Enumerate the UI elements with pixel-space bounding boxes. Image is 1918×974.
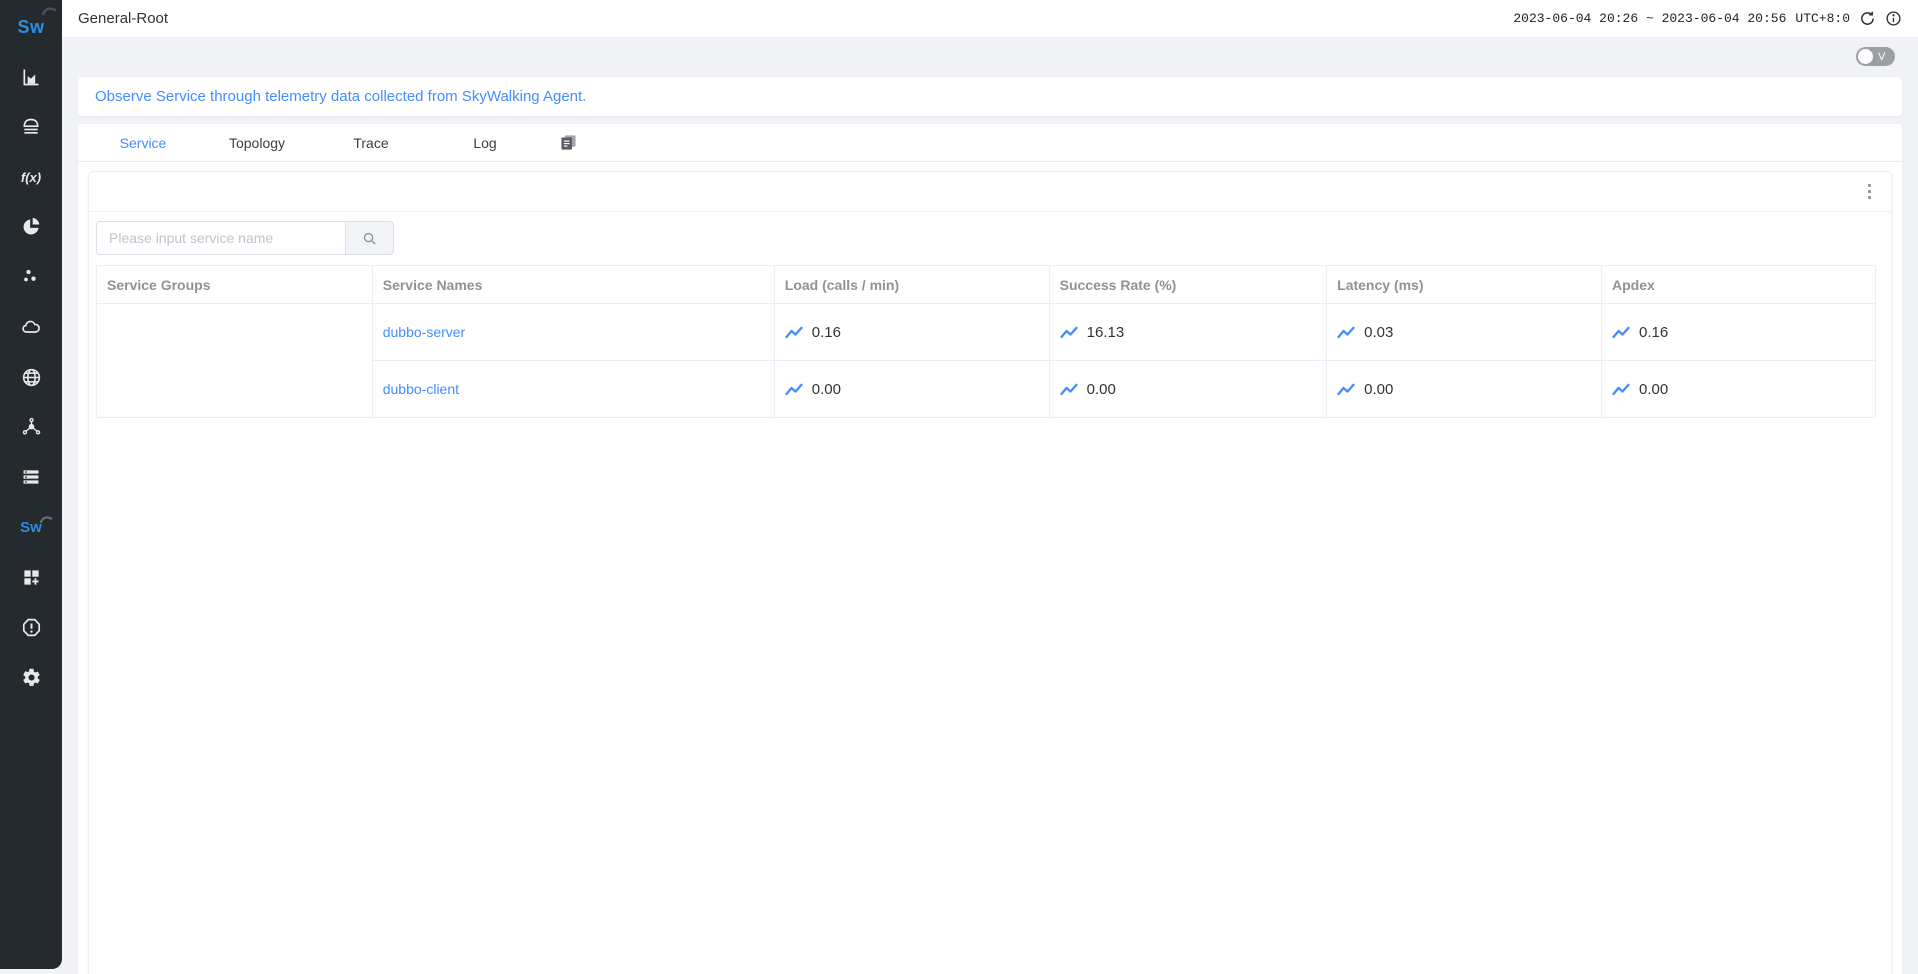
info-icon <box>1885 10 1902 27</box>
sidebar-item-browser[interactable] <box>19 216 43 238</box>
version-toggle[interactable]: V <box>1856 47 1895 66</box>
copy-icon <box>560 134 577 151</box>
latency-metric: 0.00 <box>1337 381 1591 398</box>
apdex-metric: 0.00 <box>1612 381 1865 398</box>
trend-line-icon <box>1337 383 1355 396</box>
table-header-row: Service Groups Service Names Load (calls… <box>97 266 1876 304</box>
settings-gear-icon <box>21 667 42 688</box>
cloud-icon <box>20 317 42 337</box>
globe-icon <box>21 367 42 388</box>
trend-line-icon <box>785 383 803 396</box>
apdex-metric: 0.16 <box>1612 324 1865 341</box>
widget-toolbar <box>89 172 1891 212</box>
bar-chart-icon <box>21 67 41 87</box>
sidebar-item-skywalking[interactable]: Sw <box>19 516 43 538</box>
tab-topology[interactable]: Topology <box>206 135 308 151</box>
trend-line-icon <box>1060 326 1078 339</box>
page-title: General-Root <box>78 10 168 27</box>
refresh-icon <box>1859 10 1876 27</box>
sidebar-item-database[interactable] <box>19 116 43 138</box>
banner: Observe Service through telemetry data c… <box>78 77 1902 116</box>
scatter-dots-icon <box>21 267 41 287</box>
widget-menu-button[interactable] <box>1864 180 1876 204</box>
copy-tabs-button[interactable] <box>548 134 588 151</box>
alarm-icon <box>21 617 42 638</box>
dashboard-card: Service Topology Trace Log <box>78 124 1902 974</box>
tab-trace[interactable]: Trace <box>320 135 422 151</box>
sidebar: Sw f(x) <box>0 0 62 969</box>
search-row <box>96 221 1891 255</box>
tab-bar: Service Topology Trace Log <box>78 124 1902 162</box>
toolbar-strip: V <box>62 38 1918 75</box>
pie-chart-icon <box>21 217 41 237</box>
sidebar-item-settings[interactable] <box>19 666 43 688</box>
sidebar-item-alarm[interactable] <box>19 616 43 638</box>
service-table: Service Groups Service Names Load (calls… <box>96 265 1876 418</box>
search-input[interactable] <box>96 221 346 255</box>
function-icon: f(x) <box>21 170 41 185</box>
col-service-names: Service Names <box>372 266 774 304</box>
success-rate-metric: 0.00 <box>1060 381 1317 398</box>
trend-line-icon <box>785 326 803 339</box>
search-button[interactable] <box>345 221 394 255</box>
success-rate-metric: 16.13 <box>1060 324 1317 341</box>
trend-line-icon <box>1612 326 1630 339</box>
magnifier-icon <box>362 231 377 246</box>
skywalking-logo[interactable]: Sw <box>17 9 44 45</box>
load-metric: 0.16 <box>785 324 1039 341</box>
time-controls: 2023-06-04 20:26 ~ 2023-06-04 20:56 UTC+… <box>1513 10 1902 27</box>
list-icon <box>21 467 41 487</box>
col-service-groups: Service Groups <box>97 266 373 304</box>
sidebar-item-mesh[interactable] <box>19 416 43 438</box>
sidebar-item-scatter[interactable] <box>19 266 43 288</box>
sidebar-item-cloud[interactable] <box>19 316 43 338</box>
toggle-knob <box>1858 49 1873 64</box>
sidebar-item-list[interactable] <box>19 466 43 488</box>
kebab-menu-icon <box>1868 184 1872 188</box>
sidebar-item-dashboards[interactable] <box>19 566 43 588</box>
main-area: General-Root 2023-06-04 20:26 ~ 2023-06-… <box>62 0 1918 974</box>
tab-log[interactable]: Log <box>434 135 536 151</box>
trend-line-icon <box>1060 383 1078 396</box>
trend-line-icon <box>1612 383 1630 396</box>
service-link-dubbo-server[interactable]: dubbo-server <box>383 324 466 340</box>
toggle-label: V <box>1878 51 1885 63</box>
logo-swoosh-icon <box>42 6 56 15</box>
tab-service[interactable]: Service <box>92 135 194 151</box>
dashboard-add-icon <box>22 568 41 587</box>
trend-line-icon <box>1337 326 1355 339</box>
col-latency: Latency (ms) <box>1327 266 1602 304</box>
skywalking-icon: Sw <box>20 519 42 536</box>
sidebar-nav: f(x) Sw <box>19 66 43 688</box>
sidebar-item-general-service[interactable] <box>19 66 43 88</box>
time-range[interactable]: 2023-06-04 20:26 ~ 2023-06-04 20:56 <box>1513 11 1786 26</box>
service-group-cell <box>97 304 373 418</box>
refresh-button[interactable] <box>1859 10 1876 27</box>
load-metric: 0.00 <box>785 381 1039 398</box>
banner-text: Observe Service through telemetry data c… <box>95 88 586 105</box>
sidebar-item-function[interactable]: f(x) <box>19 166 43 188</box>
table-row: dubbo-server 0.16 16.13 0.03 <box>97 304 1876 361</box>
service-link-dubbo-client[interactable]: dubbo-client <box>383 381 459 397</box>
top-header: General-Root 2023-06-04 20:26 ~ 2023-06-… <box>62 0 1918 38</box>
service-list-widget: Service Groups Service Names Load (calls… <box>88 171 1892 974</box>
col-load: Load (calls / min) <box>774 266 1049 304</box>
sidebar-item-gateway[interactable] <box>19 366 43 388</box>
logo-text: Sw <box>17 17 44 38</box>
mesh-node-icon <box>21 417 42 438</box>
col-success-rate: Success Rate (%) <box>1049 266 1327 304</box>
database-icon <box>21 117 41 137</box>
timezone: UTC+8:0 <box>1795 11 1850 26</box>
latency-metric: 0.03 <box>1337 324 1591 341</box>
col-apdex: Apdex <box>1601 266 1875 304</box>
info-button[interactable] <box>1885 10 1902 27</box>
skywalking-app: Sw f(x) <box>0 0 1918 974</box>
